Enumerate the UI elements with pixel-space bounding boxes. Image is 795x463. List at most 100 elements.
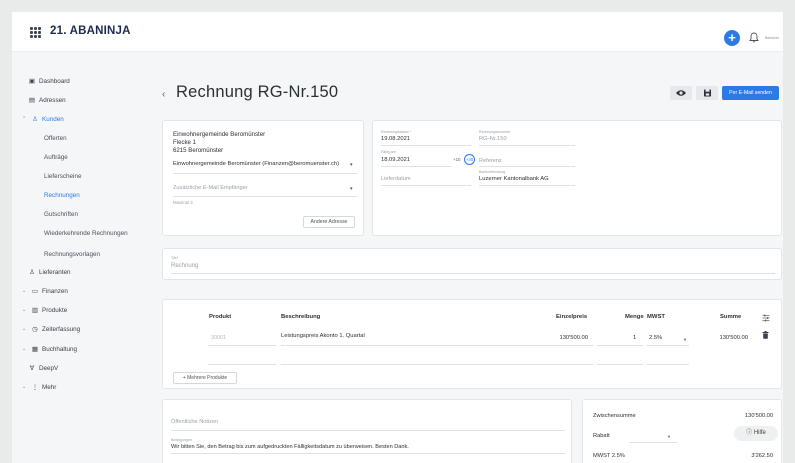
unit-price-input[interactable]: 130'500.00 [543,335,588,341]
delivery-date-input[interactable]: Lieferdatum [381,176,411,182]
sidebar-item-label: Offerten [44,134,67,142]
invoice-date-input[interactable]: 19.08.2021 [381,136,410,142]
trash-icon[interactable] [762,331,769,339]
address-card: Einwohnergemeinde Beromünster Flecke 1 6… [162,120,364,236]
public-notes-input[interactable]: Öffentliche Notizen [171,419,218,425]
top-bar: 21. ABANINJA + Benutzer [12,12,783,52]
bank-underline [479,185,575,186]
other-address-button[interactable]: Andere Adresse [303,216,355,228]
send-email-button[interactable]: Per E-Mail senden [722,86,779,100]
product-number-input[interactable]: 30001 [211,335,226,341]
sidebar-item-customers[interactable]: ⌃ ♙ Kunden [22,113,64,125]
help-button[interactable]: ⓘ Hilfe [734,426,778,441]
address-book-icon: ▤ [28,97,36,104]
sidebar-item-label: Zeiterfassung [42,325,81,333]
empty-vat-underline [647,364,689,365]
invoice-date-underline [381,145,471,146]
save-button[interactable] [696,86,718,100]
sidebar-item-quotes[interactable]: Offerten [44,132,67,144]
sidebar-item-credit-notes[interactable]: Gutschriften [44,208,78,220]
due-plus-30-button[interactable]: +30 [464,154,475,165]
invoice-number-input[interactable]: RG-Nr.150 [479,136,507,142]
vat-total-label: MWST 2.5% [593,453,625,459]
conditions-input[interactable]: Wir bitten Sie, den Betrag bis zum aufge… [171,444,409,450]
due-date-underline [381,166,451,167]
sidebar-item-label: Lieferscheine [44,172,82,180]
sidebar-item-label: Adressen [39,96,66,104]
due-plus-10-button[interactable]: +10 [453,157,460,162]
sidebar-item-time-tracking[interactable]: ⌄ ◷ Zeiterfassung [22,323,80,335]
chevron-down-icon[interactable]: ▼ [667,434,671,439]
chevron-down-icon: ⌄ [22,346,27,352]
chevron-down-icon[interactable]: ▼ [683,337,687,342]
sidebar-item-suppliers[interactable]: ♙ Lieferanten [28,266,70,278]
dashboard-icon: ▣ [28,78,36,85]
sidebar-item-label: Dashboard [39,77,70,85]
sidebar-item-label: Aufträge [44,153,68,161]
sidebar-item-more[interactable]: ⌄ ⋮ Mehr [22,381,56,393]
logo-number: 21 [50,25,64,37]
reference-input[interactable]: Referenz [479,158,502,164]
column-header-description: Beschreibung [281,314,321,320]
sidebar-item-accounting[interactable]: ⌄ ▦ Buchhaltung [22,343,77,355]
sidebar-item-delivery-notes[interactable]: Lieferscheine [44,170,81,182]
sidebar-item-label: Produkte [42,306,68,314]
app-logo[interactable]: 21. ABANINJA [50,25,131,37]
question-circle-icon: ⓘ [746,430,753,436]
sidebar-item-finances[interactable]: ⌄ ▭ Finanzen [22,285,68,297]
vat-total-value: 3'262.50 [751,453,773,459]
sidebar-item-dashboard[interactable]: ▣ Dashboard [28,75,70,87]
chevron-down-icon: ⌄ [22,326,27,332]
user-name[interactable]: Benutzer [765,36,779,40]
create-plus-button[interactable]: + [724,30,740,46]
address-line-1: Einwohnergemeinde Beromünster [173,131,266,138]
sidebar-item-label: Rechnungen [44,191,80,199]
chevron-down-icon[interactable]: ▼ [349,162,353,167]
product-underline [208,345,276,346]
invoice-number-underline [479,145,575,146]
empty-unit-price-underline [537,364,593,365]
sidebar-item-recurring-invoices[interactable]: Wiederkehrende Rechnungen [44,227,128,239]
bell-icon[interactable] [749,32,759,43]
subtotal-label: Zwischensumme [593,413,636,419]
chevron-down-icon[interactable]: ▼ [349,186,353,191]
title-input[interactable]: Rechnung [171,263,198,269]
quantity-input[interactable]: 1 [633,335,636,341]
sidebar-item-addresses[interactable]: ▤ Adressen [28,94,66,106]
preview-button[interactable] [670,86,692,100]
extra-email-input[interactable]: Zusätzliche E-Mail Empfänger [173,185,248,191]
address-line-3: 6215 Beromünster [173,147,224,154]
sidebar-item-invoices[interactable]: Rechnungen [44,189,80,201]
description-input[interactable]: Leistungspreis Akonto 1. Quartal [281,333,365,339]
sidebar-item-label: Mehr [42,383,57,391]
discount-type-underline [629,442,677,443]
sidebar-item-products[interactable]: ⌄ ▥ Produkte [22,304,67,316]
sidebar-item-label: Wiederkehrende Rechnungen [44,229,128,237]
delivery-date-underline [381,185,471,186]
floppy-disk-icon [704,89,711,97]
sidebar-item-invoice-templates[interactable]: Rechnungsvorlagen [44,248,100,260]
clock-icon: ◷ [32,326,38,333]
eye-icon [676,90,686,96]
unit-price-underline [537,345,593,346]
sidebar-item-deepv[interactable]: ∀ DeepV [28,362,59,374]
sidebar-item-label: Kunden [42,115,64,123]
apps-grid-icon[interactable] [30,27,41,38]
due-date-label: Fällig am [381,150,396,154]
column-header-quantity: Menge [625,314,644,320]
products-card: Produkt Beschreibung Einzelpreis Menge M… [162,299,782,389]
invoice-date-label: Rechnungsdatum * [381,130,412,134]
add-products-button[interactable]: + Mehrere Produkte [173,372,237,384]
contact-select[interactable]: Einwohnergemeinde Beromünster (Finanzen@… [173,161,339,167]
vat-select[interactable]: 2.5% [649,335,662,341]
due-date-input[interactable]: 18.09.2021 [381,157,410,163]
folder-icon: ▭ [31,288,39,295]
bank-label: Bankverbindung [479,170,505,174]
sidebar-item-orders[interactable]: Aufträge [44,151,68,163]
column-settings-icon[interactable] [762,314,770,322]
bank-select[interactable]: Luzerner Kantonalbank AG [479,176,549,182]
logo-name: ABANINJA [69,25,131,37]
invoice-meta-card: Rechnungsdatum * 19.08.2021 Rechnungsnum… [372,120,782,236]
back-chevron-icon[interactable]: ‹ [162,89,165,100]
invoice-number-label: Rechnungsnummer [479,130,511,134]
